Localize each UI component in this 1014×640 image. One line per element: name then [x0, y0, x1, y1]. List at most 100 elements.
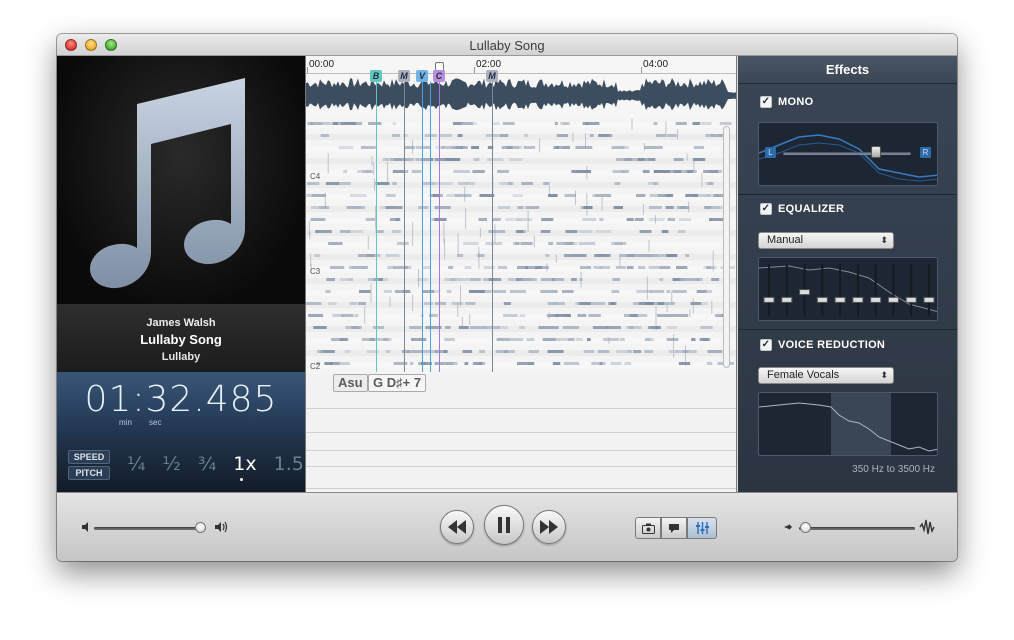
spectrogram-transient [686, 153, 688, 161]
mix-slider-knob[interactable] [799, 522, 811, 533]
spectrogram-transient [685, 345, 686, 366]
volume-slider-track[interactable] [94, 527, 206, 530]
voice-reduction-panel[interactable] [758, 392, 938, 456]
spectrogram-transient [555, 254, 557, 263]
marker-v[interactable]: V [416, 70, 428, 82]
spectrogram-note [636, 194, 646, 197]
spectrogram-note [313, 326, 327, 329]
spectrogram-scrollbar[interactable] [723, 126, 730, 368]
mono-balance-track[interactable] [783, 152, 911, 155]
spectrogram-note [589, 134, 594, 137]
spectrogram-note [512, 194, 523, 197]
effects-toggle-button[interactable] [687, 517, 717, 539]
spectrogram-note [422, 290, 435, 293]
spectrogram-note [340, 122, 356, 125]
marker-c[interactable]: C [433, 70, 445, 82]
spectrogram-note [332, 362, 350, 365]
spectrogram-graphic [306, 118, 736, 368]
pitch-button[interactable]: PITCH [68, 466, 110, 480]
spectrogram-note [541, 218, 554, 221]
chord-label-current[interactable]: G D♯+ 7 [368, 374, 427, 392]
spectrogram-note [308, 314, 324, 317]
spectrogram-note [464, 266, 472, 269]
rate-three-quarters[interactable]: ¾ [198, 453, 216, 475]
spectrogram-note [653, 122, 658, 125]
spectrogram-note [493, 290, 507, 293]
spectrogram-transient [693, 159, 695, 173]
spectrogram-note [601, 362, 606, 365]
spectrogram[interactable]: C4 C3 C2 [306, 118, 736, 374]
spectrogram-transient [548, 185, 550, 195]
spectrogram-note [526, 338, 535, 341]
spectrogram-transient [370, 283, 372, 303]
marker-m[interactable]: M [398, 70, 410, 82]
spectrogram-note [507, 182, 514, 185]
spectrogram-note [661, 230, 669, 233]
spectrogram-transient [580, 271, 582, 288]
marker-b[interactable]: B [370, 70, 382, 82]
spectrogram-note [644, 146, 655, 149]
spectrogram-note [519, 326, 525, 329]
spectrogram-note [588, 314, 601, 317]
selected-rate-indicator [240, 478, 243, 481]
spectrogram-note [540, 230, 551, 233]
spectrogram-note [360, 146, 376, 149]
volume-slider-knob[interactable] [195, 522, 207, 533]
voice-reduction-label: VOICE REDUCTION [778, 339, 886, 351]
pause-button[interactable] [484, 505, 524, 545]
spectrogram-note [462, 350, 473, 353]
spectrogram-note [567, 338, 575, 341]
spectrogram-transient [373, 162, 375, 175]
spectrogram-note [351, 314, 355, 317]
comment-button[interactable] [661, 517, 687, 539]
spectrogram-transient [608, 337, 610, 344]
spectrogram-transient [469, 313, 471, 325]
mono-balance-knob[interactable] [871, 146, 881, 158]
mix-slider-track[interactable] [799, 527, 915, 530]
track-info: James Walsh Lullaby Song Lullaby [57, 304, 305, 372]
spectrogram-transient [539, 138, 541, 153]
fast-forward-button[interactable] [532, 510, 566, 544]
timeline-tick [641, 67, 642, 73]
rate-half[interactable]: ½ [162, 453, 180, 475]
rate-quarter[interactable]: ¼ [127, 453, 145, 475]
rate-normal[interactable]: 1x [233, 453, 256, 475]
spectrogram-note [348, 230, 364, 233]
spectrogram-note [433, 182, 437, 185]
rewind-button[interactable] [440, 510, 474, 544]
marker-m-2[interactable]: M [486, 70, 498, 82]
note-label-c4: C4 [310, 172, 321, 181]
spectrogram-note [615, 266, 626, 269]
equalizer-preset-select[interactable]: Manual ⬍ [758, 232, 894, 249]
chord-label[interactable]: Asu [333, 374, 368, 392]
spectrogram-note [517, 206, 524, 209]
spectrogram-transient [646, 276, 648, 300]
spectrogram-note [410, 362, 414, 365]
snapshot-button[interactable] [635, 517, 661, 539]
spectrogram-note [348, 278, 354, 281]
spectrogram-transient [457, 302, 459, 317]
spectrogram-note [344, 350, 351, 353]
spectrogram-note [314, 254, 321, 257]
spectrogram-note [445, 158, 461, 161]
spectrogram-note [611, 146, 625, 149]
lane-line [306, 466, 736, 467]
spectrogram-note [613, 206, 623, 209]
spectrogram-transient [572, 132, 574, 143]
spectrogram-note [325, 290, 331, 293]
speed-button[interactable]: SPEED [68, 450, 110, 464]
spectrogram-note [629, 314, 638, 317]
mono-checkbox[interactable]: ✓ [760, 96, 772, 108]
spectrogram-transient [619, 256, 621, 268]
spectrogram-transient [412, 294, 414, 311]
spectrogram-note [677, 230, 686, 233]
equalizer-checkbox[interactable]: ✓ [760, 203, 772, 215]
spectrogram-note [469, 278, 481, 281]
spectrogram-note [439, 134, 453, 137]
voice-preset-select[interactable]: Female Vocals ⬍ [758, 367, 894, 384]
spectrogram-note [368, 122, 382, 125]
spectrogram-note [385, 254, 400, 257]
rate-one-and-half[interactable]: 1.5 [274, 453, 304, 475]
spectrogram-note [538, 326, 544, 329]
voice-reduction-checkbox[interactable]: ✓ [760, 339, 772, 351]
